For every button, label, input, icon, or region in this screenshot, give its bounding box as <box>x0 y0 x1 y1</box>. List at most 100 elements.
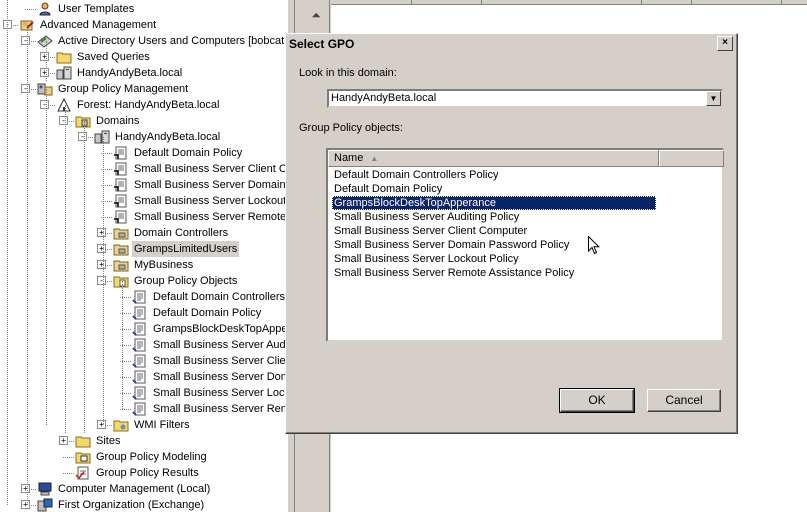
tree-item[interactable]: - Domains <box>0 113 287 129</box>
tree-item[interactable]: + Computer Management (Local) <box>0 481 287 497</box>
header-separator <box>411 0 412 4</box>
scroll-up-icon[interactable]: ⏶ <box>306 5 326 25</box>
tree-item[interactable]: + GrampsLimitedUsers <box>0 241 287 257</box>
gpo-list-item[interactable]: GrampsBlockDeskTopApperance <box>332 196 656 210</box>
tree-item[interactable]: Small Business Server Client <box>0 353 287 369</box>
gpo-link-icon <box>113 162 129 176</box>
tree-item[interactable]: + Sites <box>0 433 287 449</box>
close-button[interactable]: × <box>717 36 733 51</box>
gpo-list-item[interactable]: Small Business Server Auditing Policy <box>332 210 521 224</box>
expand-icon[interactable]: + <box>40 52 49 61</box>
expand-icon[interactable]: + <box>21 500 30 509</box>
tree-item-label: Group Policy Results <box>96 467 199 479</box>
tree-item[interactable]: - Active Directory Users and Computers [b… <box>0 33 287 49</box>
ou-folder-icon <box>113 242 129 256</box>
tree-item[interactable]: User Templates <box>0 1 287 17</box>
tree-item[interactable]: - Advanced Management <box>0 17 287 33</box>
tree-item[interactable]: + Saved Queries <box>0 49 287 65</box>
tree-item-label: Default Domain Controllers <box>153 291 286 303</box>
gpo-list-item[interactable]: Small Business Server Domain Password Po… <box>332 238 571 252</box>
tree-item-label: Small Business Server Client Co <box>134 163 287 175</box>
tree-item[interactable]: - Forest: HandyAndyBeta.local <box>0 97 287 113</box>
gpo-list[interactable]: Name ▲ Default Domain Controllers Policy… <box>326 148 724 342</box>
tree-item-label: Sites <box>96 435 121 447</box>
expand-icon[interactable]: + <box>97 420 106 429</box>
tree-item[interactable]: Small Business Server Audit <box>0 337 287 353</box>
header-separator <box>641 0 642 4</box>
tree-item[interactable]: Small Business Server Remo <box>0 401 287 417</box>
tree-item-label: Group Policy Objects <box>134 275 238 287</box>
console-tree[interactable]: User Templates - Advanced Management - Activ… <box>0 0 287 512</box>
tree-item[interactable]: Group Policy Modeling <box>0 449 287 465</box>
tree-item-label: GrampsBlockDeskTopAppera <box>153 323 287 335</box>
expand-icon[interactable]: + <box>97 228 106 237</box>
gpo-list-item[interactable]: Small Business Server Client Computer <box>332 224 529 238</box>
tree-item-label: Default Domain Policy <box>153 307 262 319</box>
look-in-label: Look in this domain: <box>299 67 397 79</box>
tree-item[interactable]: Group Policy Results <box>0 465 287 481</box>
tree-item[interactable]: + HandyAndyBeta.local <box>0 65 287 81</box>
tree-item-label: User Templates <box>58 3 135 15</box>
gpmc-icon <box>37 82 53 96</box>
expand-icon[interactable]: + <box>40 68 49 77</box>
tree-item-label: Computer Management (Local) <box>58 483 211 495</box>
collapse-icon[interactable]: - <box>21 36 30 45</box>
tree-item[interactable]: Default Domain Controllers <box>0 289 287 305</box>
gpo-link-icon <box>113 210 129 224</box>
gpo-icon <box>132 370 148 384</box>
tree-item[interactable]: Small Business Server Locko <box>0 385 287 401</box>
gp-modeling-icon <box>75 450 91 464</box>
tree-item[interactable]: Default Domain Policy <box>0 145 287 161</box>
tree-item[interactable]: - Group Policy Management <box>0 81 287 97</box>
expand-icon[interactable]: + <box>97 244 106 253</box>
tree-item[interactable]: Small Business Server Remote A <box>0 209 287 225</box>
tree-item[interactable]: + MyBusiness <box>0 257 287 273</box>
tree-item-label: Small Business Server Audit <box>153 339 287 351</box>
header-separator <box>481 0 482 4</box>
gpo-list-item[interactable]: Small Business Server Remote Assistance … <box>332 266 576 280</box>
collapse-icon[interactable]: - <box>40 100 49 109</box>
tree-item-label: Group Policy Management <box>58 83 189 95</box>
folder-icon <box>75 434 91 448</box>
tree-item-label: Small Business Server Remo <box>153 403 287 415</box>
chevron-down-icon[interactable]: ▼ <box>706 91 721 106</box>
column-header-empty[interactable] <box>659 150 724 167</box>
tree-connector <box>46 41 47 81</box>
gpo-list-item[interactable]: Small Business Server Lockout Policy <box>332 252 521 266</box>
tree-item[interactable]: Default Domain Policy <box>0 305 287 321</box>
collapse-icon[interactable]: - <box>78 132 87 141</box>
collapse-icon[interactable]: - <box>97 276 106 285</box>
expand-icon[interactable]: + <box>21 484 30 493</box>
gpo-link-icon <box>113 194 129 208</box>
tree-item[interactable]: - Group Policy Objects <box>0 273 287 289</box>
collapse-icon[interactable]: - <box>59 116 68 125</box>
tree-connector <box>25 9 36 10</box>
column-name-label: Name <box>334 152 364 164</box>
collapse-icon[interactable]: - <box>21 84 30 93</box>
tree-item[interactable]: + Domain Controllers <box>0 225 287 241</box>
tree-item[interactable]: + First Organization (Exchange) <box>0 497 287 512</box>
tree-item[interactable]: GrampsBlockDeskTopAppera <box>0 321 287 337</box>
tree-item[interactable]: Small Business Server Domain P <box>0 177 287 193</box>
tree-item-label: First Organization (Exchange) <box>58 499 205 511</box>
ok-button[interactable]: OK <box>559 388 635 413</box>
expand-icon[interactable]: + <box>59 436 68 445</box>
domain-icon <box>56 66 72 80</box>
tree-item[interactable]: Small Business Server Client Co <box>0 161 287 177</box>
expand-icon[interactable]: + <box>97 260 106 269</box>
tree-item-label: Advanced Management <box>40 19 157 31</box>
domain-select[interactable]: HandyAndyBeta.local ▼ <box>327 89 723 108</box>
cancel-button[interactable]: Cancel <box>647 389 721 412</box>
tree-item[interactable]: - HandyAndyBeta.local <box>0 129 287 145</box>
gpo-list-item[interactable]: Default Domain Policy <box>332 182 444 196</box>
tree-connector <box>65 105 66 433</box>
dialog-titlebar[interactable]: Select GPO × <box>287 35 736 53</box>
tree-item[interactable]: + WMI Filters <box>0 417 287 433</box>
tree-item-label: Small Business Server Doma <box>153 371 287 383</box>
tree-item[interactable]: Small Business Server Lockout P <box>0 193 287 209</box>
tree-item[interactable]: Small Business Server Doma <box>0 369 287 385</box>
gpo-icon <box>132 354 148 368</box>
gpo-list-item[interactable]: Default Domain Controllers Policy <box>332 168 500 182</box>
column-header-name[interactable]: Name ▲ <box>328 150 659 167</box>
tree-item-label: Small Business Server Client <box>153 355 287 367</box>
